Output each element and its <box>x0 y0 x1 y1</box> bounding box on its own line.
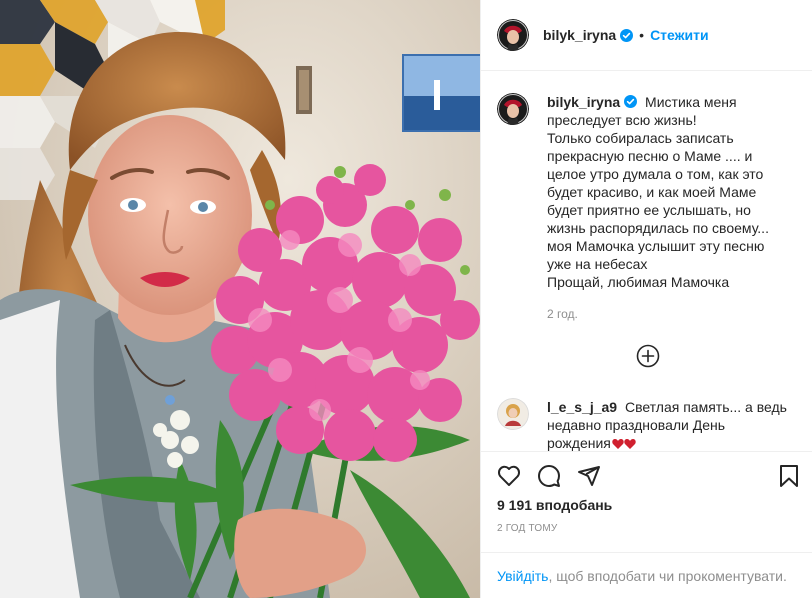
photo-woman-with-flowers <box>0 0 480 598</box>
caption-line: целое утро думала о том, как это <box>547 166 764 182</box>
commenter-avatar[interactable] <box>497 398 529 430</box>
comment-icon <box>538 465 560 487</box>
comment-line: рождения <box>547 435 611 451</box>
comment-line: недавно праздновали День <box>547 417 726 433</box>
comment-item: l_e_s_j_a9 Светлая память... а ведь неда… <box>497 398 787 451</box>
caption-line: преследует всю жизнь! <box>547 112 697 128</box>
avatar-image <box>497 93 529 125</box>
login-link[interactable]: Увійдіть <box>497 568 548 584</box>
comments-section[interactable]: bilyk_iryna Мистика меня преследует всю … <box>481 71 812 451</box>
caption-username[interactable]: bilyk_iryna <box>547 94 620 110</box>
caption-line: уже на небесах <box>547 256 648 272</box>
bookmark-icon <box>780 465 798 487</box>
post-side-panel: bilyk_iryna • Стежити bilyk_iryna Мистик… <box>480 0 812 598</box>
caption-line: Мистика меня <box>645 94 737 110</box>
caption-line: прекрасную песню о Маме .... и <box>547 148 753 164</box>
post-header: bilyk_iryna • Стежити <box>481 0 812 71</box>
follow-button[interactable]: Стежити <box>650 27 709 43</box>
hearts-emoji-icon <box>612 436 636 451</box>
load-more-comments-button[interactable] <box>636 344 660 368</box>
heart-icon <box>497 465 521 486</box>
caption-timestamp[interactable]: 2 год. <box>547 307 578 321</box>
share-button[interactable] <box>577 464 601 488</box>
avatar-image <box>497 398 529 430</box>
avatar-image <box>497 19 529 51</box>
author-avatar[interactable] <box>497 19 529 51</box>
caption-line: моя Мамочка услышит эту песню <box>547 238 765 254</box>
post-caption: bilyk_iryna Мистика меня преследует всю … <box>497 93 803 291</box>
caption-line: Прощай, любимая Мамочка <box>547 274 730 290</box>
caption-line: жизнь распорядилась по своему... <box>547 220 769 236</box>
post-actions: 9 191 вподобань 2 ГОД ТОМУ Увійдіть, щоб… <box>481 451 812 598</box>
comment-line: Светлая память... а ведь <box>624 399 787 415</box>
comment-button[interactable] <box>537 464 561 488</box>
post-photo[interactable] <box>0 0 480 598</box>
action-icons <box>497 464 617 488</box>
caption-line: будет красиво, и как моей Маме <box>547 184 757 200</box>
verified-badge-icon <box>624 95 638 108</box>
comment-text: l_e_s_j_a9 Светлая память... а ведь неда… <box>547 398 787 451</box>
share-icon <box>578 466 600 486</box>
caption-line: будет приятно ее услышать, но <box>547 202 751 218</box>
likes-count[interactable]: 9 191 вподобань <box>497 497 612 513</box>
login-prompt: Увійдіть, щоб вподобати чи прокоментуват… <box>481 552 812 599</box>
plus-circle-icon <box>636 344 660 368</box>
caption-text: bilyk_iryna Мистика меня преследует всю … <box>547 93 803 291</box>
caption-author-avatar[interactable] <box>497 93 529 125</box>
post-time-ago[interactable]: 2 ГОД ТОМУ <box>497 523 557 534</box>
comment-line-last: рождения <box>547 434 787 451</box>
commenter-username[interactable]: l_e_s_j_a9 <box>547 399 617 415</box>
verified-badge-icon <box>620 28 634 42</box>
login-prompt-text: , щоб вподобати чи прокоментувати. <box>548 568 787 584</box>
caption-line: Только собиралась записать <box>547 130 734 146</box>
author-username[interactable]: bilyk_iryna <box>543 27 616 43</box>
save-button[interactable] <box>777 464 801 488</box>
like-button[interactable] <box>497 464 521 488</box>
header-separator: • <box>639 27 645 43</box>
instagram-post: bilyk_iryna • Стежити bilyk_iryna Мистик… <box>0 0 812 598</box>
